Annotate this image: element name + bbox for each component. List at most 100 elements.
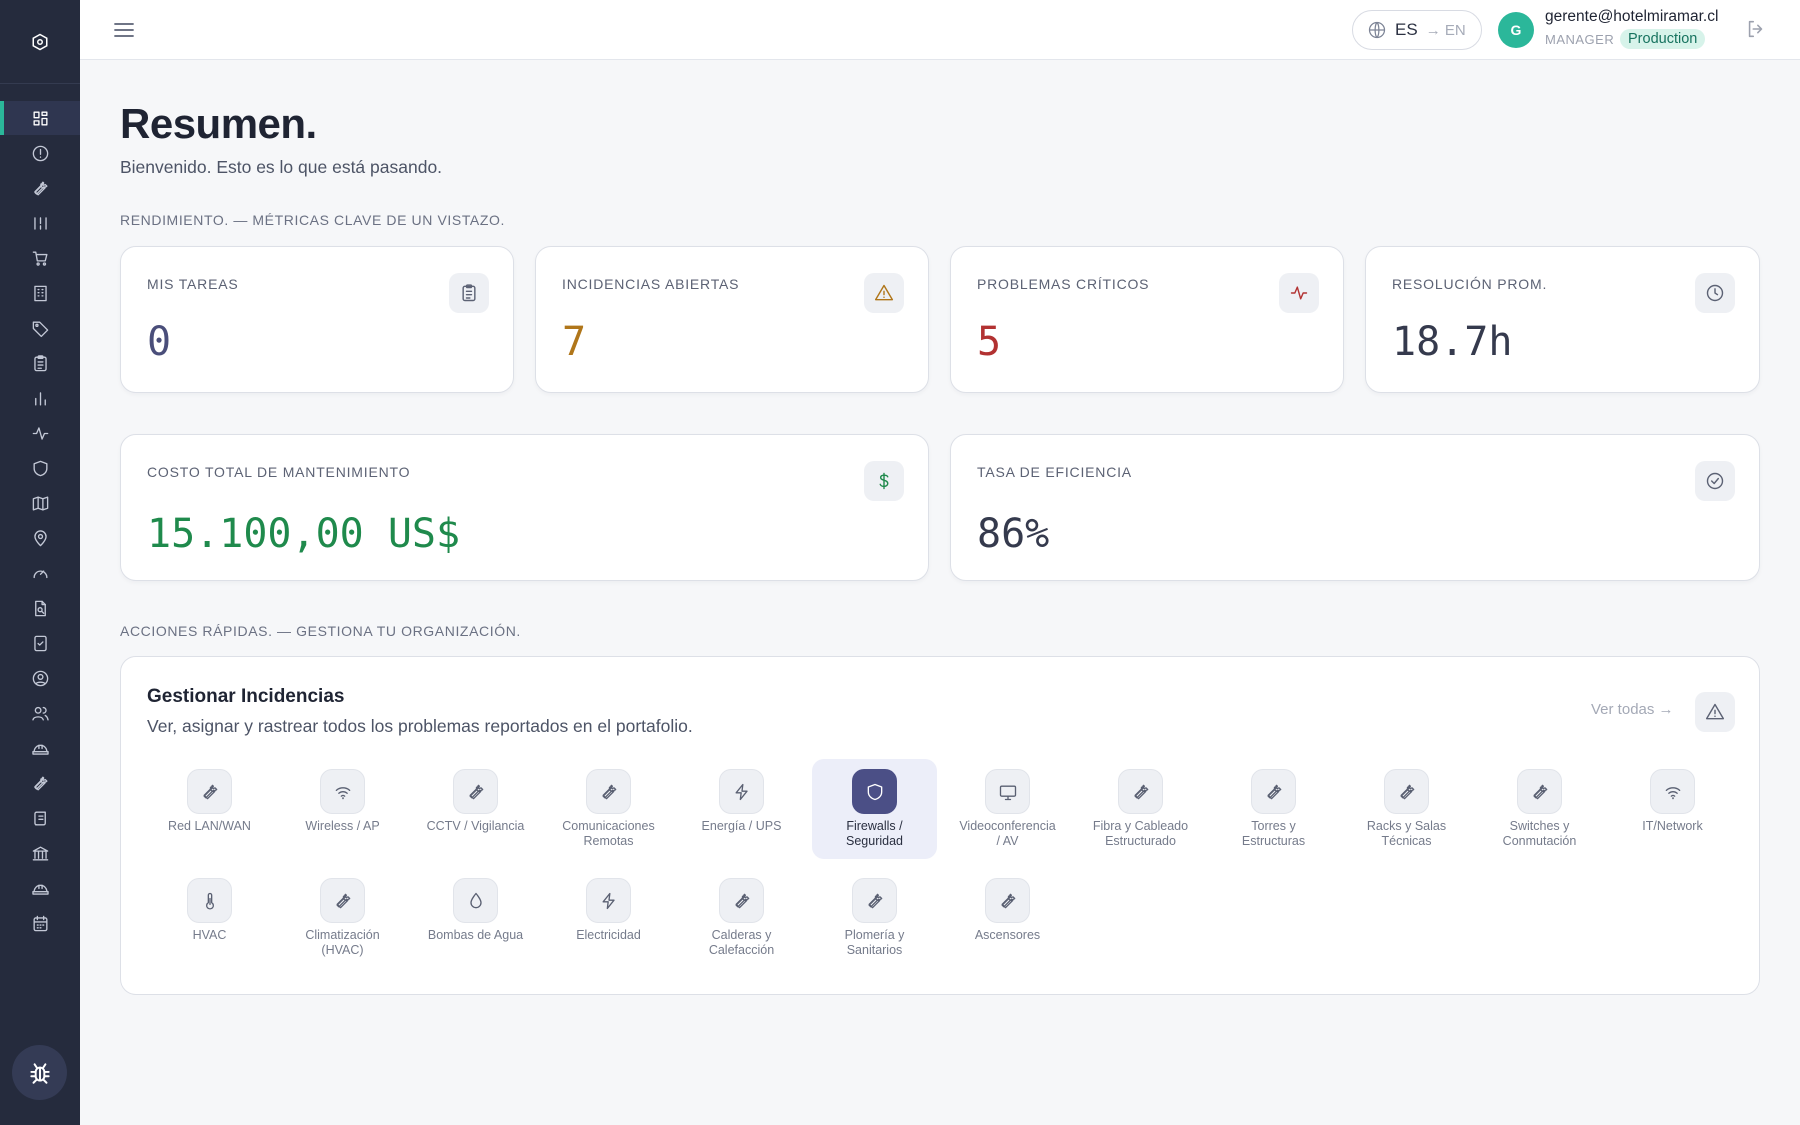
- category-tile[interactable]: Electricidad: [546, 868, 671, 968]
- category-label-line-1: Red LAN/WAN: [168, 819, 251, 833]
- category-tile[interactable]: Switches y Conmutación: [1477, 759, 1602, 859]
- category-label-line-1: Ascensores: [974, 928, 1041, 942]
- clipboard-icon: [33, 354, 47, 371]
- category-tile[interactable]: Climatización (HVAC): [280, 868, 405, 968]
- wrench-icon: [33, 180, 48, 196]
- view-all-link[interactable]: Ver todas →: [1591, 701, 1674, 718]
- category-label: Ascensores: [945, 928, 1070, 943]
- gauge-icon: [32, 569, 48, 578]
- sidebar-item-security[interactable]: [0, 451, 80, 485]
- sidebar-item-dashboard[interactable]: [0, 101, 80, 135]
- category-label-line-2: (HVAC): [321, 943, 364, 957]
- category-label-line-1: Comunicaciones: [562, 819, 655, 833]
- category-tile[interactable]: Firewalls / Seguridad: [812, 759, 937, 859]
- category-label: Switches y Conmutación: [1477, 819, 1602, 849]
- sidebar-item-locations[interactable]: [0, 521, 80, 555]
- menu-toggle-button[interactable]: [112, 18, 136, 42]
- category-tile[interactable]: HVAC: [147, 868, 272, 968]
- shield-icon: [32, 460, 48, 476]
- sidebar-item-reports[interactable]: [0, 381, 80, 415]
- sidebar-item-incidents[interactable]: [0, 136, 80, 170]
- sidebar-item-profile[interactable]: [0, 661, 80, 695]
- category-label: Energía / UPS: [679, 819, 804, 834]
- metric-card-total-maintenance-cost[interactable]: COSTO TOTAL DE MANTENIMIENTO 15.100,00 US…: [120, 434, 929, 581]
- sidebar-item-monitoring[interactable]: [0, 416, 80, 450]
- warning-button[interactable]: [1695, 692, 1735, 732]
- category-label: Climatización (HVAC): [280, 928, 405, 958]
- category-icon-badge: [852, 878, 897, 923]
- alert-circle-icon: [32, 145, 48, 161]
- sidebar-item-users[interactable]: [0, 696, 80, 730]
- metric-card-open-incidents[interactable]: INCIDENCIAS ABIERTAS 7: [535, 246, 929, 393]
- category-tile[interactable]: Red LAN/WAN: [147, 759, 272, 859]
- file-search-icon: [34, 600, 46, 616]
- category-tile[interactable]: Torres y Estructuras: [1211, 759, 1336, 859]
- category-tile[interactable]: Plomería y Sanitarios: [812, 868, 937, 968]
- category-icon-badge: [453, 769, 498, 814]
- sidebar-item-contracts[interactable]: [0, 801, 80, 835]
- category-label-line-1: Bombas de Agua: [427, 928, 524, 942]
- category-label: CCTV / Vigilancia: [413, 819, 538, 834]
- category-label: Calderas y Calefacción: [679, 928, 804, 958]
- category-tile[interactable]: IT/Network: [1610, 759, 1735, 859]
- category-tile[interactable]: Wireless / AP: [280, 759, 405, 859]
- category-label-line-1: Racks y Salas: [1366, 819, 1447, 833]
- sidebar-item-tasks[interactable]: [0, 346, 80, 380]
- metric-card-avg-resolution[interactable]: RESOLUCIÓN PROM. 18.7h: [1365, 246, 1760, 393]
- category-tile[interactable]: Comunicaciones Remotas: [546, 759, 671, 859]
- metric-icon-badge: [449, 273, 489, 313]
- category-label-line-1: Calderas y: [711, 928, 772, 942]
- sidebar-item-safety[interactable]: [0, 871, 80, 905]
- wrench-icon: [1399, 784, 1414, 799]
- metric-label: COSTO TOTAL DE MANTENIMIENTO: [147, 464, 411, 480]
- language-switcher[interactable]: ES → EN: [1352, 10, 1482, 50]
- sidebar-item-finance[interactable]: [0, 836, 80, 870]
- sidebar-item-purchasing[interactable]: [0, 241, 80, 275]
- category-icon-badge: [985, 878, 1030, 923]
- category-tile[interactable]: Bombas de Agua: [413, 868, 538, 968]
- wrench-icon: [735, 893, 749, 908]
- sidebar-item-floor-plans[interactable]: [0, 486, 80, 520]
- warning-icon: [874, 284, 894, 301]
- category-label: Firewalls / Seguridad: [812, 819, 937, 849]
- category-label: Comunicaciones Remotas: [546, 819, 671, 849]
- metric-icon-badge: [864, 273, 904, 313]
- category-tile[interactable]: CCTV / Vigilancia: [413, 759, 538, 859]
- sidebar-item-checklists[interactable]: [0, 626, 80, 660]
- category-tile[interactable]: Videoconferencia / AV: [945, 759, 1070, 859]
- sidebar-item-audits[interactable]: [0, 591, 80, 625]
- sidebar-item-tools[interactable]: [0, 766, 80, 800]
- avatar[interactable]: G: [1498, 12, 1534, 48]
- manage-incidents-card: Gestionar Incidencias Ver, asignar y ras…: [120, 656, 1760, 995]
- sidebar-item-buildings[interactable]: [0, 276, 80, 310]
- metric-icon-badge: [864, 461, 904, 501]
- category-tile[interactable]: Fibra y Cableado Estructurado: [1078, 759, 1203, 859]
- building-icon: [33, 285, 47, 301]
- metric-card-efficiency-rate[interactable]: TASA DE EFICIENCIA 86%: [950, 434, 1760, 581]
- sidebar-item-calendar[interactable]: [0, 906, 80, 940]
- user-email: gerente@hotelmiramar.cl: [1545, 8, 1719, 25]
- category-label-line-1: CCTV / Vigilancia: [426, 819, 525, 833]
- metric-label: PROBLEMAS CRÍTICOS: [977, 276, 1150, 292]
- sidebar-item-performance[interactable]: [0, 556, 80, 590]
- category-tile[interactable]: Ascensores: [945, 868, 1070, 968]
- category-icon-badge: [586, 769, 631, 814]
- logout-button[interactable]: [1745, 18, 1769, 42]
- bug-report-button[interactable]: [12, 1045, 67, 1100]
- metric-card-critical-issues[interactable]: PROBLEMAS CRÍTICOS 5: [950, 246, 1344, 393]
- category-label-line-1: Fibra y Cableado: [1092, 819, 1189, 833]
- category-tile[interactable]: Energía / UPS: [679, 759, 804, 859]
- sidebar-item-inventory-tags[interactable]: [0, 311, 80, 345]
- category-label-line-2: / AV: [996, 834, 1019, 848]
- sidebar-item-maintenance[interactable]: [0, 171, 80, 205]
- sidebar-item-contractors[interactable]: [0, 731, 80, 765]
- category-tile[interactable]: Calderas y Calefacción: [679, 868, 804, 968]
- category-tile[interactable]: Racks y Salas Técnicas: [1344, 759, 1469, 859]
- sidebar-item-assets[interactable]: [0, 206, 80, 240]
- metric-value: 7: [562, 319, 587, 365]
- metric-card-my-tasks[interactable]: MIS TAREAS 0: [120, 246, 514, 393]
- map-icon: [32, 495, 48, 511]
- app-logo[interactable]: [0, 0, 80, 84]
- environment-badge: Production: [1620, 29, 1706, 49]
- metric-value: 18.7h: [1392, 319, 1513, 365]
